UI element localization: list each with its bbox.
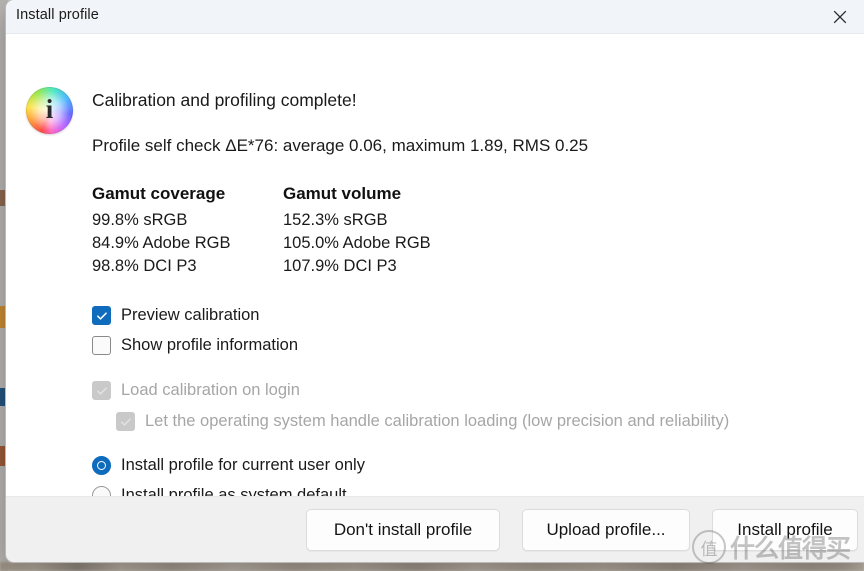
checkbox-indicator-checked[interactable] — [92, 306, 111, 325]
gamut-volume-header: Gamut volume — [283, 184, 402, 203]
checkbox-indicator-disabled — [92, 381, 111, 400]
title-bar: Install profile — [6, 0, 864, 34]
headline-text: Calibration and profiling complete! — [92, 90, 357, 110]
gamut-row: 98.8% DCI P3 107.9% DCI P3 — [92, 255, 503, 278]
radio-label: Install profile for current user only — [121, 456, 365, 474]
install-profile-dialog: Install profile i Calibration and profil… — [6, 0, 864, 562]
checkbox-label: Show profile information — [121, 336, 299, 354]
gamut-row: 99.8% sRGB 152.3% sRGB — [92, 209, 503, 232]
gamut-header-row: Gamut coverage Gamut volume — [92, 184, 503, 209]
checkmark-icon — [120, 418, 131, 426]
dialog-body: i Calibration and profiling complete! Pr… — [6, 34, 864, 505]
close-button[interactable] — [816, 0, 864, 33]
checkbox-label: Preview calibration — [121, 306, 260, 324]
dialog-footer: Don't install profile Upload profile... … — [6, 496, 864, 562]
checkbox-indicator-unchecked[interactable] — [92, 336, 111, 355]
radio-indicator-selected[interactable] — [92, 456, 111, 475]
checkbox-show-profile-information[interactable]: Show profile information — [92, 336, 298, 355]
checkmark-icon — [96, 311, 107, 320]
checkbox-preview-calibration[interactable]: Preview calibration — [92, 306, 259, 325]
checkbox-label: Let the operating system handle calibrat… — [145, 412, 730, 430]
gamut-table: Gamut coverage Gamut volume 99.8% sRGB 1… — [92, 184, 503, 278]
gamut-coverage-value: 99.8% sRGB — [92, 211, 188, 229]
gamut-volume-value: 152.3% sRGB — [283, 211, 388, 229]
window-title: Install profile — [16, 7, 99, 23]
install-profile-button[interactable]: Install profile — [712, 509, 858, 551]
self-check-text: Profile self check ΔE*76: average 0.06, … — [92, 136, 589, 155]
info-icon-letter: i — [45, 94, 54, 124]
checkbox-load-calibration-on-login: Load calibration on login — [92, 381, 300, 400]
gamut-volume-value: 105.0% Adobe RGB — [283, 234, 431, 252]
checkbox-indicator-disabled — [116, 412, 135, 431]
gamut-coverage-value: 84.9% Adobe RGB — [92, 234, 231, 252]
backdrop-blurred-text — [0, 562, 864, 571]
gamut-row: 84.9% Adobe RGB 105.0% Adobe RGB — [92, 232, 503, 255]
color-wheel-info-icon: i — [26, 87, 73, 134]
upload-profile-button[interactable]: Upload profile... — [522, 509, 690, 551]
dont-install-profile-button[interactable]: Don't install profile — [306, 509, 500, 551]
gamut-volume-value: 107.9% DCI P3 — [283, 257, 397, 275]
gamut-coverage-header: Gamut coverage — [92, 184, 226, 203]
close-x-icon — [833, 10, 847, 23]
gamut-coverage-value: 98.8% DCI P3 — [92, 257, 197, 275]
radio-install-current-user[interactable]: Install profile for current user only — [92, 456, 365, 475]
checkbox-os-handle-calibration: Let the operating system handle calibrat… — [116, 412, 729, 431]
checkbox-label: Load calibration on login — [121, 381, 300, 399]
checkmark-icon — [96, 387, 107, 395]
